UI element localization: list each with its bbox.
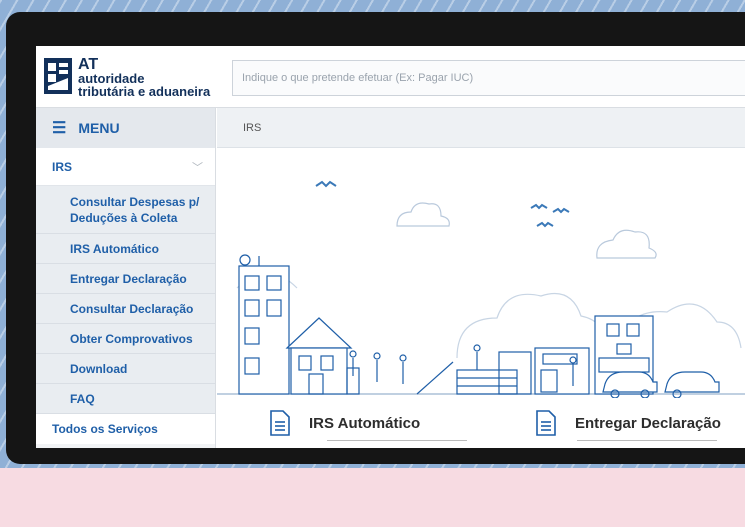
logo-line-2: tributária e aduaneira — [78, 84, 211, 99]
card-subtitle-cutoff — [577, 440, 717, 444]
sidebar-section-irs[interactable]: IRS ﹀ — [36, 148, 215, 186]
document-icon — [270, 410, 290, 436]
sidebar: ☰ MENU IRS ﹀ Consultar Despesas p/ Deduç… — [36, 108, 216, 448]
document-icon — [536, 410, 556, 436]
card-irs-automatico[interactable]: IRS Automático — [269, 410, 420, 436]
logo-at: AT — [78, 56, 99, 73]
card-subtitle-cutoff — [327, 440, 467, 444]
monitor-frame: AT autoridade tributária e aduaneira Ind… — [6, 12, 745, 464]
search-input[interactable]: Indique o que pretende efetuar (Ex: Paga… — [232, 60, 745, 96]
sidebar-item-irs-automatico[interactable]: IRS Automático — [36, 234, 215, 264]
sidebar-section-label: IRS — [52, 159, 73, 174]
site-header: AT autoridade tributária e aduaneira Ind… — [36, 46, 745, 108]
background-band — [0, 468, 745, 527]
at-logo-icon[interactable] — [44, 58, 72, 94]
main-content: IRS Automático Entregar Declaração — [217, 148, 745, 448]
menu-label: MENU — [78, 120, 120, 136]
breadcrumb-irs[interactable]: IRS — [243, 122, 261, 134]
card-title: Entregar Declaração — [575, 414, 721, 432]
menu-toggle[interactable]: ☰ MENU — [36, 108, 215, 148]
sidebar-item-faq[interactable]: FAQ — [36, 384, 215, 414]
hamburger-icon: ☰ — [52, 120, 67, 137]
card-entregar-declaracao[interactable]: Entregar Declaração — [535, 410, 721, 436]
sidebar-item-todos-servicos[interactable]: Todos os Serviços — [36, 414, 215, 444]
card-title: IRS Automático — [309, 414, 421, 432]
breadcrumb: IRS — [217, 108, 745, 148]
sidebar-item-entregar-declaracao[interactable]: Entregar Declaração — [36, 264, 215, 294]
city-illustration — [217, 180, 745, 398]
sidebar-item-obter-comprovativos[interactable]: Obter Comprovativos — [36, 324, 215, 354]
sidebar-item-consultar-declaracao[interactable]: Consultar Declaração — [36, 294, 215, 324]
browser-screen: AT autoridade tributária e aduaneira Ind… — [36, 46, 745, 448]
sidebar-item-consultar-despesas[interactable]: Consultar Despesas p/ Deduções à Coleta — [36, 186, 215, 234]
logo-text[interactable]: AT autoridade tributária e aduaneira — [78, 56, 211, 99]
sidebar-item-download[interactable]: Download — [36, 354, 215, 384]
chevron-down-icon: ﹀ — [192, 161, 203, 174]
